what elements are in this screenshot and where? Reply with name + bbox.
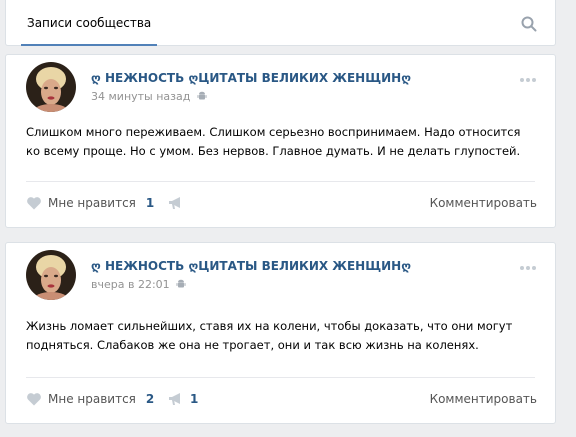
heart-icon bbox=[27, 393, 41, 406]
megaphone-icon bbox=[169, 197, 180, 209]
post-actions: Мне нравится 2 1 Комментировать bbox=[26, 390, 537, 410]
megaphone-icon bbox=[169, 393, 180, 405]
share-count: 1 bbox=[190, 392, 199, 406]
post-card: ღ НЕЖНОСТЬ ღЦИТАТЫ ВЕЛИКИХ ЖЕНЩИНღ вчера… bbox=[5, 242, 556, 424]
wall-tabs-header: Записи сообщества bbox=[5, 0, 556, 46]
heart-icon bbox=[27, 197, 41, 210]
like-button[interactable]: Мне нравится 1 bbox=[26, 196, 154, 210]
avatar[interactable] bbox=[26, 250, 76, 300]
like-label: Мне нравится bbox=[48, 392, 136, 406]
search-icon[interactable] bbox=[521, 16, 537, 32]
avatar-image bbox=[26, 62, 76, 112]
post-author-link[interactable]: ღ НЕЖНОСТЬ ღЦИТАТЫ ВЕЛИКИХ ЖЕНЩИНღ bbox=[91, 71, 411, 85]
avatar[interactable] bbox=[26, 62, 76, 112]
divider bbox=[26, 181, 535, 182]
post-actions: Мне нравится 1 Комментировать bbox=[26, 194, 537, 214]
avatar-image bbox=[26, 250, 76, 300]
tab-community-posts[interactable]: Записи сообщества bbox=[21, 0, 158, 46]
comment-button[interactable]: Комментировать bbox=[430, 196, 537, 210]
like-label: Мне нравится bbox=[48, 196, 136, 210]
post-text: Слишком много переживаем. Слишком серьез… bbox=[26, 125, 521, 158]
post-card: ღ НЕЖНОСТЬ ღЦИТАТЫ ВЕЛИКИХ ЖЕНЩИНღ 34 ми… bbox=[5, 54, 556, 228]
comment-button[interactable]: Комментировать bbox=[430, 392, 537, 406]
divider bbox=[26, 377, 535, 378]
post-author-link[interactable]: ღ НЕЖНОСТЬ ღЦИТАТЫ ВЕЛИКИХ ЖЕНЩИНღ bbox=[91, 259, 411, 273]
android-icon bbox=[176, 279, 186, 288]
more-icon[interactable] bbox=[519, 77, 537, 83]
post-time[interactable]: 34 минуты назад bbox=[91, 90, 190, 103]
share-button[interactable] bbox=[168, 196, 190, 210]
post-timestamp[interactable]: 34 минуты назад bbox=[91, 90, 207, 103]
post-time[interactable]: вчера в 22:01 bbox=[91, 278, 170, 291]
like-button[interactable]: Мне нравится 2 bbox=[26, 392, 154, 406]
like-count: 1 bbox=[145, 196, 155, 210]
more-icon[interactable] bbox=[519, 265, 537, 271]
like-count: 2 bbox=[145, 392, 155, 406]
post-timestamp[interactable]: вчера в 22:01 bbox=[91, 278, 186, 291]
android-icon bbox=[197, 91, 207, 100]
post-text: Жизнь ломает сильнейших, ставя их на кол… bbox=[26, 319, 513, 352]
share-button[interactable]: 1 bbox=[168, 392, 198, 406]
